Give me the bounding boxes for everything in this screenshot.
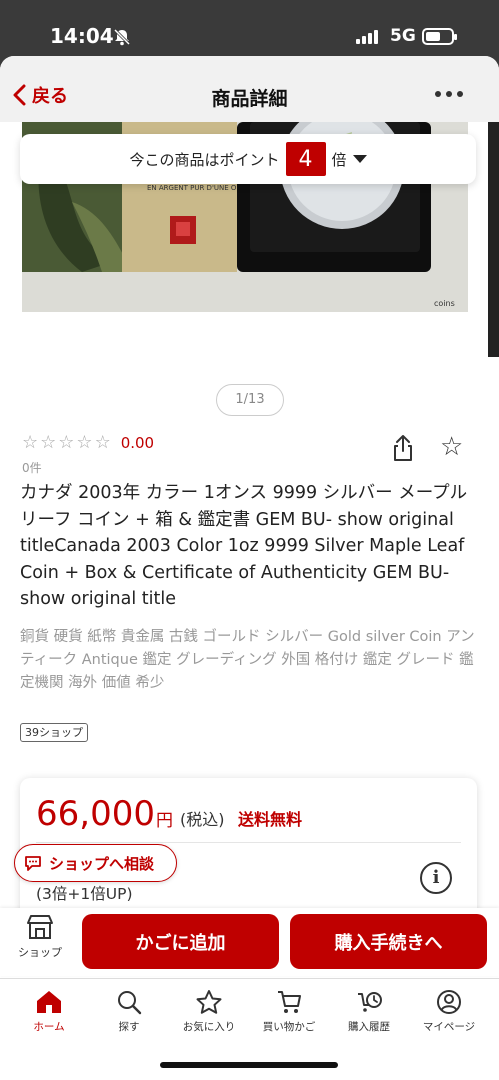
checkout-button[interactable]: 購入手続きへ [290, 914, 487, 969]
tab-label: 探す [118, 1021, 140, 1033]
shop-label: ショップ [18, 946, 62, 959]
shop-badge: 39ショップ [20, 723, 88, 742]
user-icon [437, 990, 461, 1014]
tab-label: お気に入り [182, 1021, 236, 1033]
chat-bubble-icon [25, 856, 41, 871]
signal-icon [356, 30, 378, 44]
add-to-cart-button[interactable]: かごに追加 [82, 914, 279, 969]
tab-history[interactable]: 購入履歴 [328, 989, 410, 1034]
product-detail-sheet: 戻る 商品詳細 EN ARGENT PUR D'UNE ONCE coins 今… [0, 56, 499, 1080]
tab-label: マイページ [422, 1021, 476, 1033]
more-options-icon[interactable] [435, 91, 463, 97]
navigation-bar: 戻る 商品詳細 [0, 56, 499, 122]
product-tags: 銅貨 硬貨 紙幣 貴金属 古銭 ゴールド シルバー Gold silver Co… [20, 629, 475, 691]
bell-muted-icon [113, 28, 131, 46]
tab-cart[interactable]: 買い物かご [248, 989, 330, 1034]
page-title: 商品詳細 [211, 88, 288, 110]
home-indicator [160, 1062, 338, 1068]
share-icon[interactable] [392, 434, 414, 462]
status-bar: 14:04 5G [0, 0, 499, 56]
star-outline-icon: ☆ [58, 432, 75, 453]
scroll-indicator [488, 122, 499, 357]
shop-button[interactable]: ショップ [14, 914, 66, 960]
tab-label: 買い物かご [262, 1021, 316, 1033]
shop-icon [27, 915, 53, 939]
star-outline-icon: ☆ [94, 432, 111, 453]
points-suffix: 倍 [331, 150, 347, 169]
network-type: 5G [390, 26, 416, 46]
rating-score: 0.00 [120, 433, 155, 452]
points-multiplier: 4 [285, 142, 326, 176]
divider [36, 842, 461, 843]
home-icon [37, 991, 61, 1013]
tab-mypage[interactable]: マイページ [408, 989, 490, 1034]
rating-stars[interactable]: ☆ ☆ ☆ ☆ ☆ 0.00 [22, 432, 154, 453]
tab-search[interactable]: 探す [88, 989, 170, 1034]
search-icon [118, 991, 142, 1015]
price-amount: 66,000 [36, 794, 155, 834]
tab-label: ホーム [33, 1021, 65, 1033]
history-icon [358, 992, 382, 1012]
star-outline-icon: ☆ [22, 432, 39, 453]
product-title: カナダ 2003年 カラー 1オンス 9999 シルバー メープルリーフ コイン… [20, 483, 468, 609]
tax-label: (税込) [180, 810, 225, 829]
points-up-label: (3倍+1倍UP) [36, 885, 133, 903]
box-print-text: EN ARGENT PUR D'UNE ONCE [147, 184, 251, 192]
tab-label: 購入履歴 [348, 1021, 390, 1033]
star-outline-icon: ☆ [76, 432, 93, 453]
purchase-action-bar: ショップ かごに追加 購入手続きへ [0, 908, 499, 976]
consult-label: ショップへ相談 [49, 854, 155, 873]
status-time: 14:04 [50, 24, 114, 48]
free-shipping-label: 送料無料 [238, 810, 303, 829]
review-count[interactable]: 0件 [22, 459, 42, 476]
image-pager: 1/13 [216, 384, 284, 416]
photo-watermark: coins [434, 299, 455, 308]
cart-icon [278, 991, 301, 1013]
star-outline-icon: ☆ [40, 432, 57, 453]
price-currency: 円 [156, 811, 173, 831]
tab-home[interactable]: ホーム [8, 989, 90, 1034]
battery-icon [422, 28, 457, 45]
star-icon [196, 990, 222, 1014]
favorite-star-icon[interactable]: ☆ [440, 432, 463, 462]
points-prefix: 今この商品はポイント [129, 150, 280, 169]
info-icon[interactable]: i [420, 862, 452, 894]
tab-favorites[interactable]: お気に入り [168, 989, 250, 1034]
points-banner[interactable]: 今この商品はポイント 4 倍 [20, 134, 476, 184]
caret-down-icon [352, 155, 367, 163]
shop-consult-button[interactable]: ショップへ相談 [14, 844, 177, 882]
